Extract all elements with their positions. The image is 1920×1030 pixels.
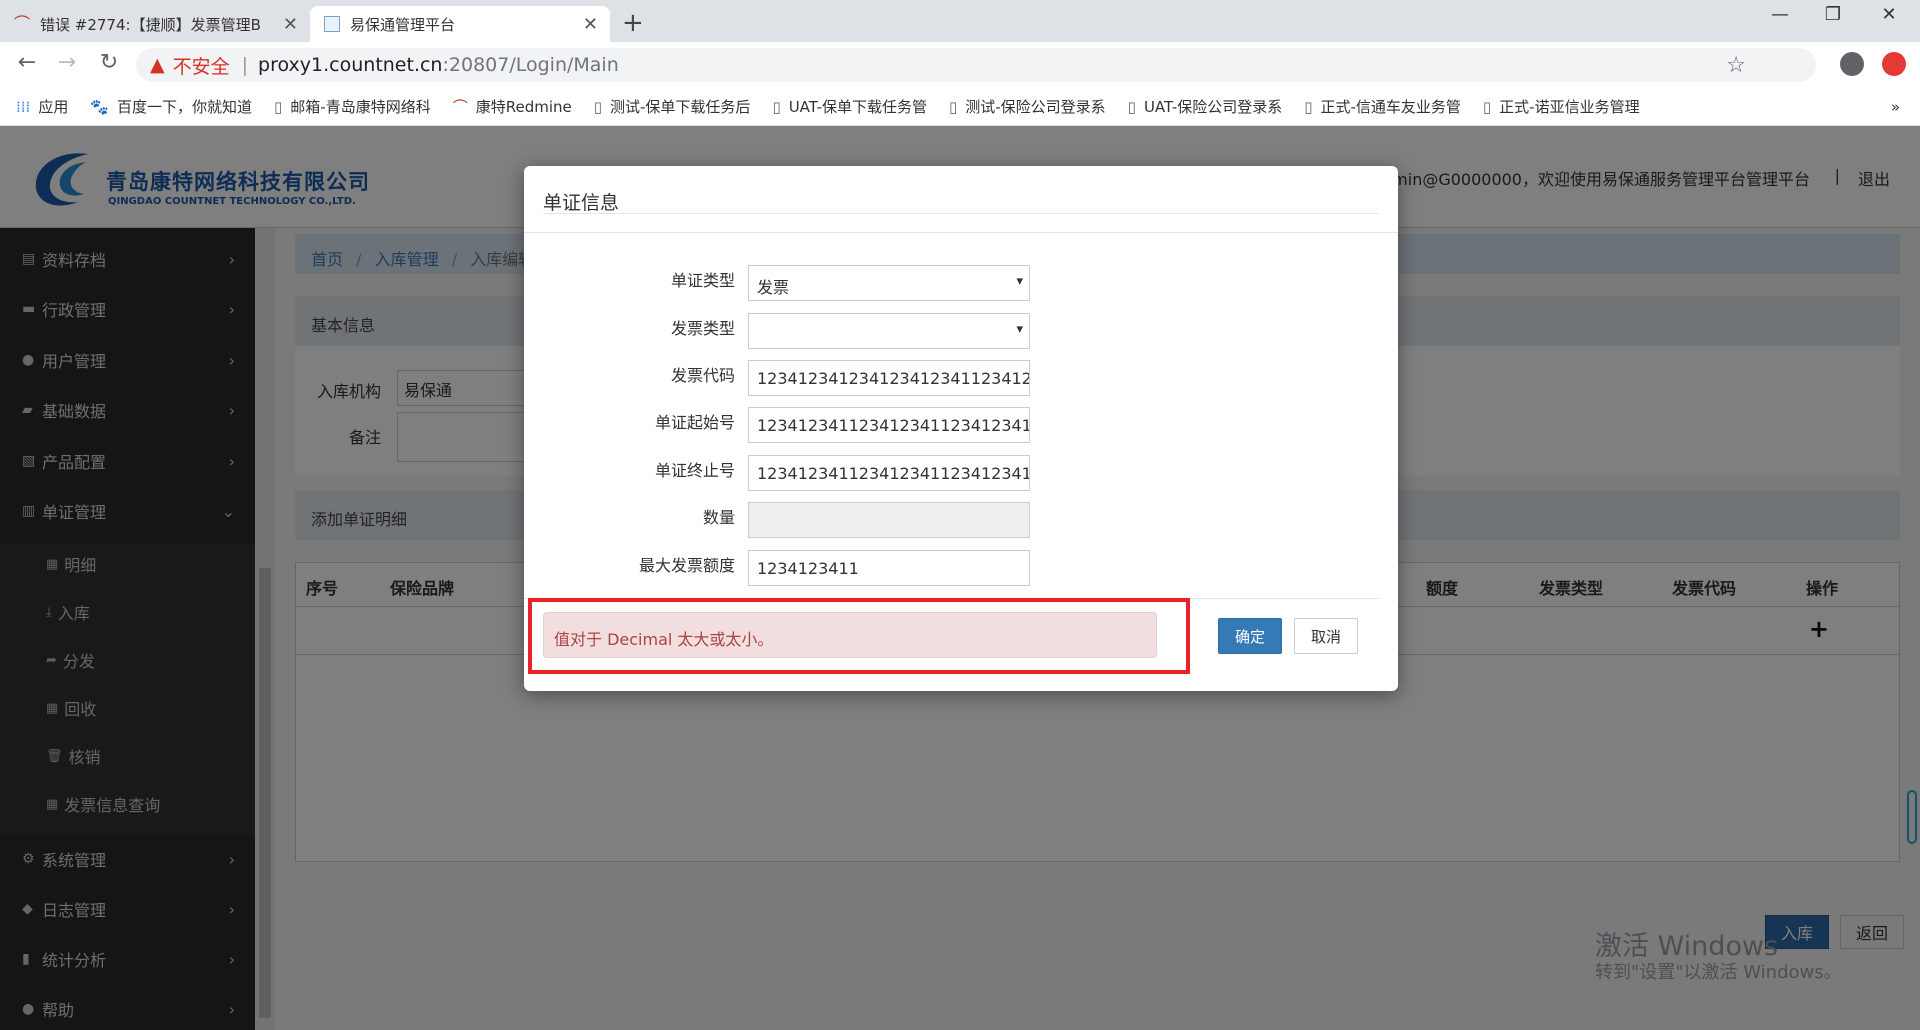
page-icon: ▯: [1127, 97, 1136, 116]
baidu-paw-icon: 🐾: [90, 97, 110, 116]
bookmark-item[interactable]: ▯ 邮箱-青岛康特网络科: [274, 96, 431, 117]
restore-button[interactable]: ❐: [1810, 4, 1856, 25]
document-info-dialog: 单证信息 单证类型 发票 发票类型 发票代码 12341234123412341…: [524, 166, 1398, 691]
browser-tab[interactable]: ⌒ 错误 #2774:【捷顺】发票管理B ✕: [0, 6, 310, 42]
start-number-label: 单证起始号: [654, 413, 735, 432]
bookmark-item[interactable]: ▯ UAT-保单下载任务管: [772, 96, 927, 117]
url-path: :20807/Login/Main: [442, 54, 619, 76]
address-bar[interactable]: ▲ 不安全 | proxy1.countnet.cn :20807/Login/…: [136, 48, 1816, 82]
confirm-button[interactable]: 确定: [1218, 618, 1282, 654]
profile-icon[interactable]: [1840, 52, 1864, 76]
window-close-button[interactable]: ✕: [1866, 4, 1912, 25]
page-icon: ▯: [1482, 97, 1492, 116]
more-chevron-icon: »: [1890, 97, 1900, 116]
bookmark-label: 测试-保单下载任务后: [610, 98, 751, 116]
tab-title: 易保通管理平台: [350, 15, 456, 34]
back-arrow-icon[interactable]: ←: [12, 50, 42, 75]
start-number-input[interactable]: 123412341123412341123412341123: [748, 407, 1030, 443]
bookmark-apps[interactable]: ⁞⁞⁞ 应用: [16, 96, 68, 117]
bookmark-label: 正式-信通车友业务管: [1320, 98, 1461, 116]
bookmark-label: 百度一下，你就知道: [117, 98, 253, 116]
invoice-type-select[interactable]: [748, 313, 1030, 349]
bookmark-item[interactable]: ▯ 测试-保险公司登录系: [949, 96, 1106, 117]
quantity-label: 数量: [702, 508, 735, 527]
reload-icon[interactable]: ↻: [94, 50, 124, 75]
doc-type-select[interactable]: 发票: [748, 265, 1030, 301]
cancel-button[interactable]: 取消: [1294, 618, 1358, 654]
bookmark-item[interactable]: ▯ 正式-诺亚信业务管理: [1483, 96, 1640, 117]
url-separator: |: [241, 54, 249, 76]
tab-title: 错误 #2774:【捷顺】发票管理B: [40, 15, 261, 34]
insecure-label: 不安全: [172, 55, 230, 78]
end-number-label: 单证终止号: [654, 461, 735, 480]
invoice-type-label: 发票类型: [670, 319, 735, 338]
close-icon[interactable]: ✕: [283, 14, 298, 35]
page-icon: ▯: [1304, 97, 1313, 116]
max-amount-input[interactable]: 1234123411: [748, 550, 1030, 586]
page-icon: ▯: [274, 97, 283, 116]
bookmark-label: UAT-保单下载任务管: [788, 98, 927, 116]
apps-grid-icon: ⁞⁞⁞: [16, 97, 31, 116]
url-host: proxy1.countnet.cn: [258, 54, 443, 76]
browser-tab-active[interactable]: 易保通管理平台 ✕: [310, 6, 610, 42]
quantity-input: [748, 502, 1030, 538]
bookmark-label: 测试-保险公司登录系: [965, 98, 1106, 116]
page-icon: ▯: [593, 97, 603, 116]
end-number-input[interactable]: 123412341123412341123412341123: [748, 455, 1030, 491]
dialog-divider: [524, 232, 1398, 233]
new-tab-button[interactable]: +: [622, 8, 644, 38]
bookmarks-more-button[interactable]: »: [1891, 98, 1900, 116]
bookmark-label: 康特Redmine: [475, 98, 572, 116]
bookmark-item[interactable]: 🐾 百度一下，你就知道: [90, 96, 252, 117]
minimize-button[interactable]: —: [1757, 4, 1803, 25]
bookmark-label: UAT-保险公司登录系: [1143, 98, 1283, 116]
warning-icon: ▲: [150, 54, 165, 76]
close-icon[interactable]: ✕: [583, 14, 598, 35]
highlight-frame: [528, 598, 1190, 674]
bookmark-item[interactable]: ▯ 测试-保单下载任务后: [594, 96, 751, 117]
bookmark-item[interactable]: ▯ UAT-保险公司登录系: [1128, 96, 1283, 117]
doc-type-label: 单证类型: [670, 271, 735, 290]
max-amount-label: 最大发票额度: [638, 556, 735, 575]
page-icon: [324, 16, 340, 32]
redmine-icon: ⌒: [14, 14, 31, 33]
forward-arrow-icon[interactable]: →: [52, 50, 82, 75]
title-underline: [543, 213, 1379, 214]
redmine-icon: ⌒: [452, 98, 468, 116]
page-icon: ▯: [948, 97, 958, 116]
invoice-code-input[interactable]: 12341234123412341234112341234: [748, 360, 1030, 396]
dialog-title: 单证信息: [543, 192, 620, 214]
browser-toolbar: ← → ↻ ▲ 不安全 | proxy1.countnet.cn :20807/…: [0, 42, 1920, 88]
star-icon[interactable]: ☆: [1726, 53, 1746, 78]
bookmark-item[interactable]: ▯ 正式-信通车友业务管: [1304, 96, 1461, 117]
browser-tab-strip: ⌒ 错误 #2774:【捷顺】发票管理B ✕ 易保通管理平台 ✕ + — ❐ ✕: [0, 0, 1920, 42]
bookmarks-bar: ⁞⁞⁞ 应用 🐾 百度一下，你就知道 ▯ 邮箱-青岛康特网络科 ⌒ 康特Redmine …: [0, 88, 1920, 126]
bookmark-label: 应用: [38, 98, 69, 116]
invoice-code-label: 发票代码: [670, 366, 735, 385]
bookmark-label: 正式-诺亚信业务管理: [1499, 98, 1640, 116]
bookmark-label: 邮箱-青岛康特网络科: [290, 98, 431, 116]
bookmark-item[interactable]: ⌒ 康特Redmine: [453, 96, 572, 117]
page-icon: ▯: [772, 97, 781, 116]
extension-icon[interactable]: [1882, 52, 1906, 76]
